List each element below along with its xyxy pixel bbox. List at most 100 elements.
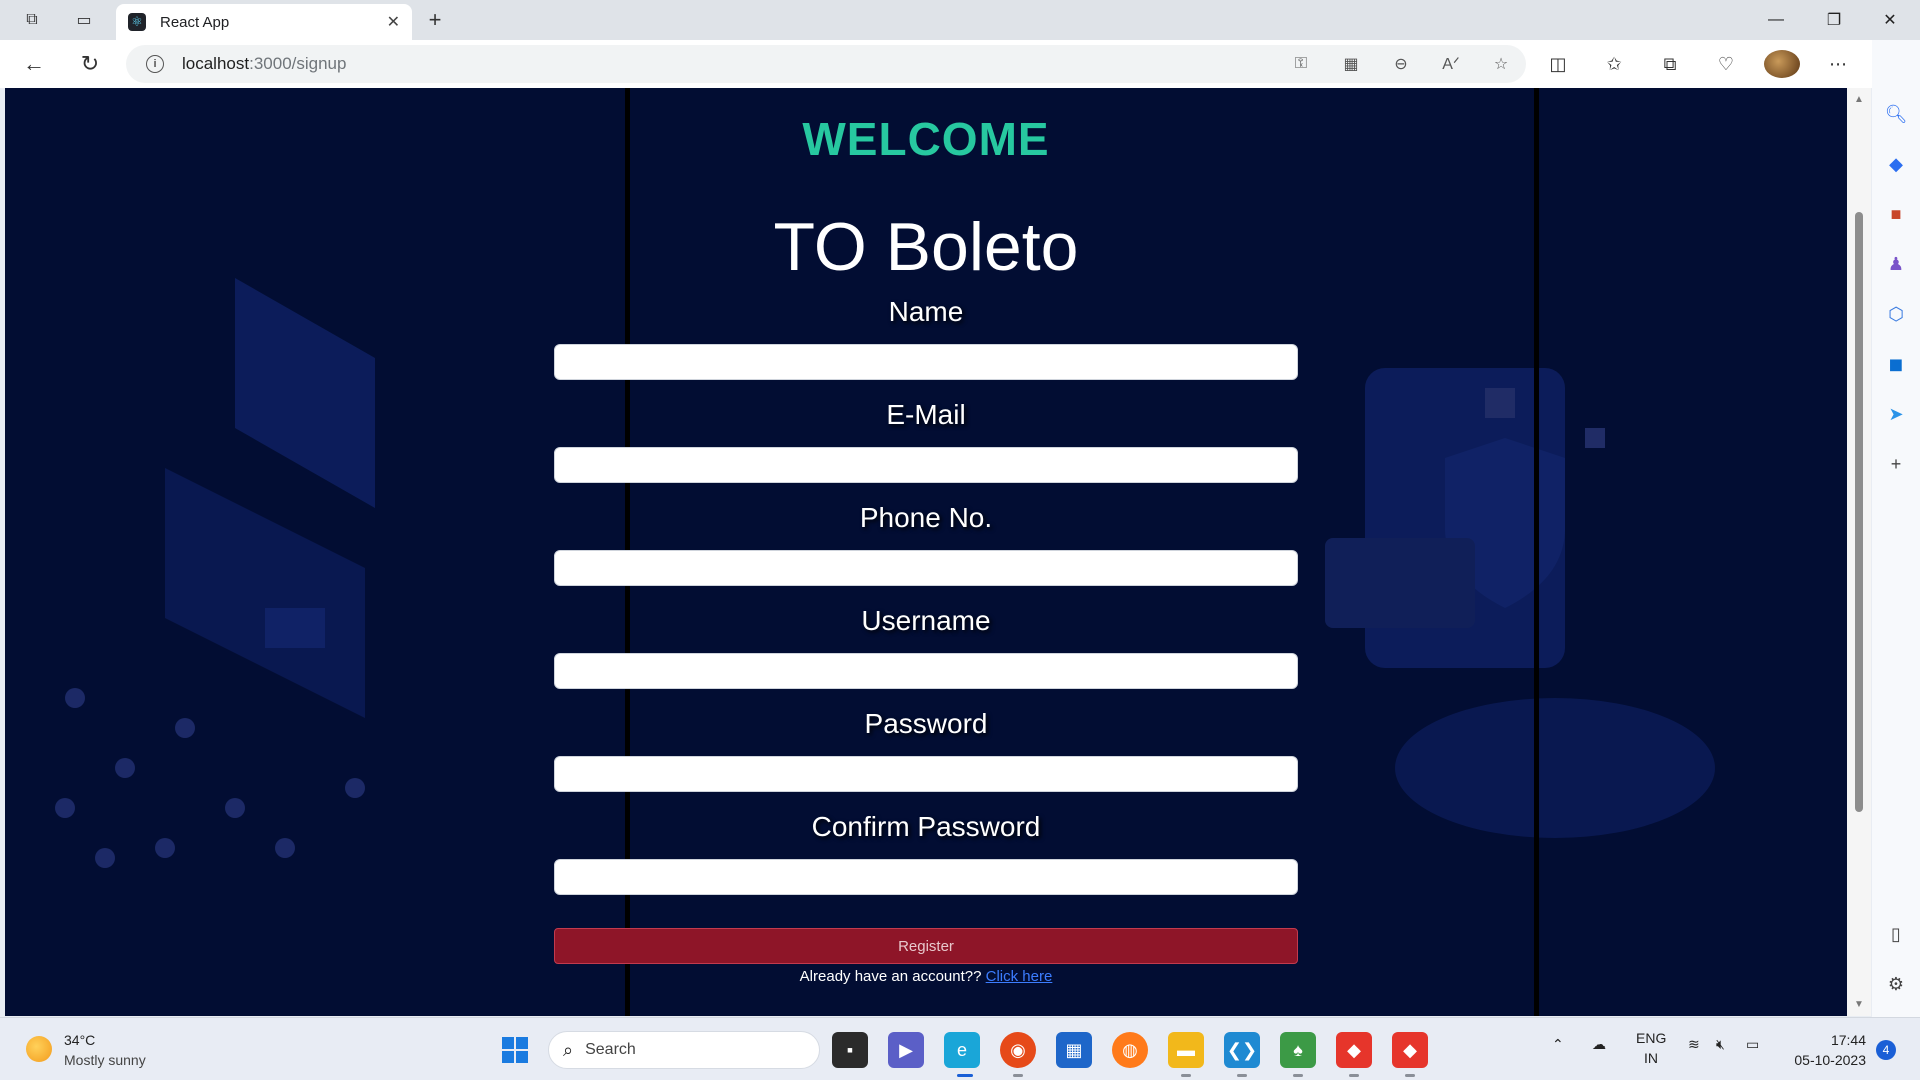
task-view-icon[interactable]: ▪: [832, 1032, 868, 1068]
git-app-2-indicator: [1405, 1074, 1415, 1077]
weather-sun-icon[interactable]: [26, 1036, 52, 1062]
read-aloud-icon[interactable]: Aᐟ: [1438, 53, 1464, 75]
minimize-button[interactable]: —: [1748, 0, 1804, 40]
tools-icon[interactable]: ■: [1882, 200, 1910, 228]
store-icon[interactable]: ▦: [1056, 1032, 1092, 1068]
git-app-icon[interactable]: ◆: [1336, 1032, 1372, 1068]
welcome-heading: WELCOME: [802, 113, 1050, 165]
zoom-icon[interactable]: ⊖: [1388, 53, 1414, 75]
close-tab-icon[interactable]: ✕: [387, 12, 400, 32]
file-explorer-icon[interactable]: ▬: [1168, 1032, 1204, 1068]
clock-date[interactable]: 05-10-2023: [1786, 1052, 1866, 1068]
weather-description[interactable]: Mostly sunny: [64, 1052, 146, 1068]
edge-icon[interactable]: e: [944, 1032, 980, 1068]
mongodb-icon[interactable]: ♠: [1280, 1032, 1316, 1068]
tray-overflow-icon[interactable]: ⌃: [1552, 1036, 1564, 1053]
refresh-icon[interactable]: ↻: [74, 50, 106, 78]
search-icon[interactable]: 🔍︎: [1882, 100, 1910, 128]
taskbar-search[interactable]: ⌕ Search: [548, 1031, 820, 1069]
firefox-icon[interactable]: ◍: [1112, 1032, 1148, 1068]
favorites-icon[interactable]: ✩: [1596, 50, 1632, 78]
page-scrollbar[interactable]: ▲ ▼: [1847, 88, 1871, 1016]
login-prompt: Already have an account?? Click here: [5, 968, 1847, 985]
volume-muted-icon[interactable]: 🔇︎: [1716, 1036, 1725, 1053]
git-app-2-icon[interactable]: ◆: [1392, 1032, 1428, 1068]
teams-icon[interactable]: ▶: [888, 1032, 924, 1068]
name-label: Name: [888, 296, 964, 327]
confirm-password-input[interactable]: [554, 859, 1298, 895]
name-input[interactable]: [554, 344, 1298, 380]
explorer-indicator: [1181, 1074, 1191, 1077]
confirm-password-label: Confirm Password: [811, 811, 1041, 842]
phone-label: Phone No.: [859, 502, 993, 533]
username-label: Username: [861, 605, 991, 636]
url-path: :3000/signup: [249, 54, 347, 73]
notification-badge[interactable]: 4: [1876, 1040, 1896, 1060]
edge-active-indicator: [957, 1074, 973, 1077]
taskbar: 34°C Mostly sunny ⌕ Search ▪ ▶ e ◉ ▦ ◍ ▬…: [0, 1017, 1920, 1080]
password-label: Password: [864, 708, 988, 739]
collections-icon[interactable]: ⧉: [1652, 50, 1688, 78]
tab-title: React App: [160, 13, 230, 31]
email-input[interactable]: [554, 447, 1298, 483]
app-available-icon[interactable]: ▦: [1338, 53, 1364, 75]
brand-heading: TO Boleto: [773, 209, 1079, 285]
edge-sidebar: 🔍︎ ◆ ■ ♟ ⬡ ◼ ➤ + ▯ ⚙: [1872, 40, 1920, 1017]
games-icon[interactable]: ♟: [1882, 250, 1910, 278]
settings-gear-icon[interactable]: ⚙: [1882, 970, 1910, 998]
browser-toolbar: ← ↻ i localhost:3000/signup ⚿ ▦ ⊖ Aᐟ ☆ ◫…: [0, 40, 1920, 88]
more-options-icon[interactable]: ⋯: [1820, 50, 1856, 78]
register-button[interactable]: Register: [554, 928, 1298, 964]
login-link[interactable]: Click here: [986, 968, 1053, 985]
split-screen-icon[interactable]: ◫: [1540, 50, 1576, 78]
password-input[interactable]: [554, 756, 1298, 792]
back-icon[interactable]: ←: [18, 50, 50, 78]
start-button[interactable]: [502, 1037, 528, 1063]
url-host: localhost: [182, 54, 250, 73]
chrome-icon[interactable]: ◉: [1000, 1032, 1036, 1068]
language-code[interactable]: ENG: [1636, 1030, 1666, 1046]
party-illustration: [55, 278, 375, 868]
scroll-up-icon[interactable]: ▲: [1854, 94, 1864, 105]
new-tab-button[interactable]: +: [420, 6, 450, 34]
microsoft-365-icon[interactable]: ⬡: [1882, 300, 1910, 328]
ticket-security-illustration: [1325, 368, 1715, 838]
git-app-indicator: [1349, 1074, 1359, 1077]
email-label: E-Mail: [886, 399, 966, 430]
shopping-tag-icon[interactable]: ◆: [1882, 150, 1910, 178]
username-input[interactable]: [554, 653, 1298, 689]
search-label: Search: [585, 1041, 636, 1058]
key-icon[interactable]: ⚿: [1288, 53, 1314, 75]
vscode-icon[interactable]: ❮❯: [1224, 1032, 1260, 1068]
vscode-indicator: [1237, 1074, 1247, 1077]
chrome-indicator: [1013, 1074, 1023, 1077]
tab-strip: ⧉ ▭ ⚛ React App ✕ + — ❐ ✕: [0, 0, 1920, 40]
weather-temperature[interactable]: 34°C: [64, 1032, 95, 1048]
workspaces-icon[interactable]: ⧉: [14, 6, 50, 34]
browser-essentials-icon[interactable]: ♡: [1708, 50, 1744, 78]
tab-actions-icon[interactable]: ▭: [66, 6, 102, 34]
react-favicon-icon: ⚛: [128, 13, 146, 31]
send-icon[interactable]: ➤: [1882, 400, 1910, 428]
outlook-icon[interactable]: ◼: [1882, 350, 1910, 378]
scroll-down-icon[interactable]: ▼: [1854, 999, 1864, 1010]
address-bar[interactable]: i localhost:3000/signup ⚿ ▦ ⊖ Aᐟ ☆: [126, 45, 1526, 83]
region-code[interactable]: IN: [1644, 1050, 1658, 1066]
hide-sidebar-icon[interactable]: ▯: [1882, 920, 1910, 948]
phone-input[interactable]: [554, 550, 1298, 586]
favorite-star-icon[interactable]: ☆: [1488, 53, 1514, 75]
clock-time[interactable]: 17:44: [1796, 1032, 1866, 1048]
battery-icon[interactable]: ▭: [1746, 1036, 1759, 1053]
profile-avatar[interactable]: [1764, 50, 1800, 78]
site-info-icon[interactable]: i: [146, 55, 164, 73]
add-sidebar-icon[interactable]: +: [1882, 450, 1910, 478]
scroll-thumb[interactable]: [1855, 212, 1863, 812]
already-account-text: Already have an account??: [799, 968, 982, 985]
close-window-button[interactable]: ✕: [1862, 0, 1918, 40]
signup-page: WELCOME TO Boleto Name E-Mail Phone No. …: [5, 88, 1847, 1016]
restore-button[interactable]: ❐: [1806, 0, 1862, 40]
tab-react-app[interactable]: ⚛ React App ✕: [116, 4, 412, 40]
search-icon: ⌕: [563, 1039, 574, 1060]
onedrive-icon[interactable]: ☁: [1592, 1036, 1606, 1053]
wifi-icon[interactable]: ≋: [1688, 1036, 1700, 1053]
